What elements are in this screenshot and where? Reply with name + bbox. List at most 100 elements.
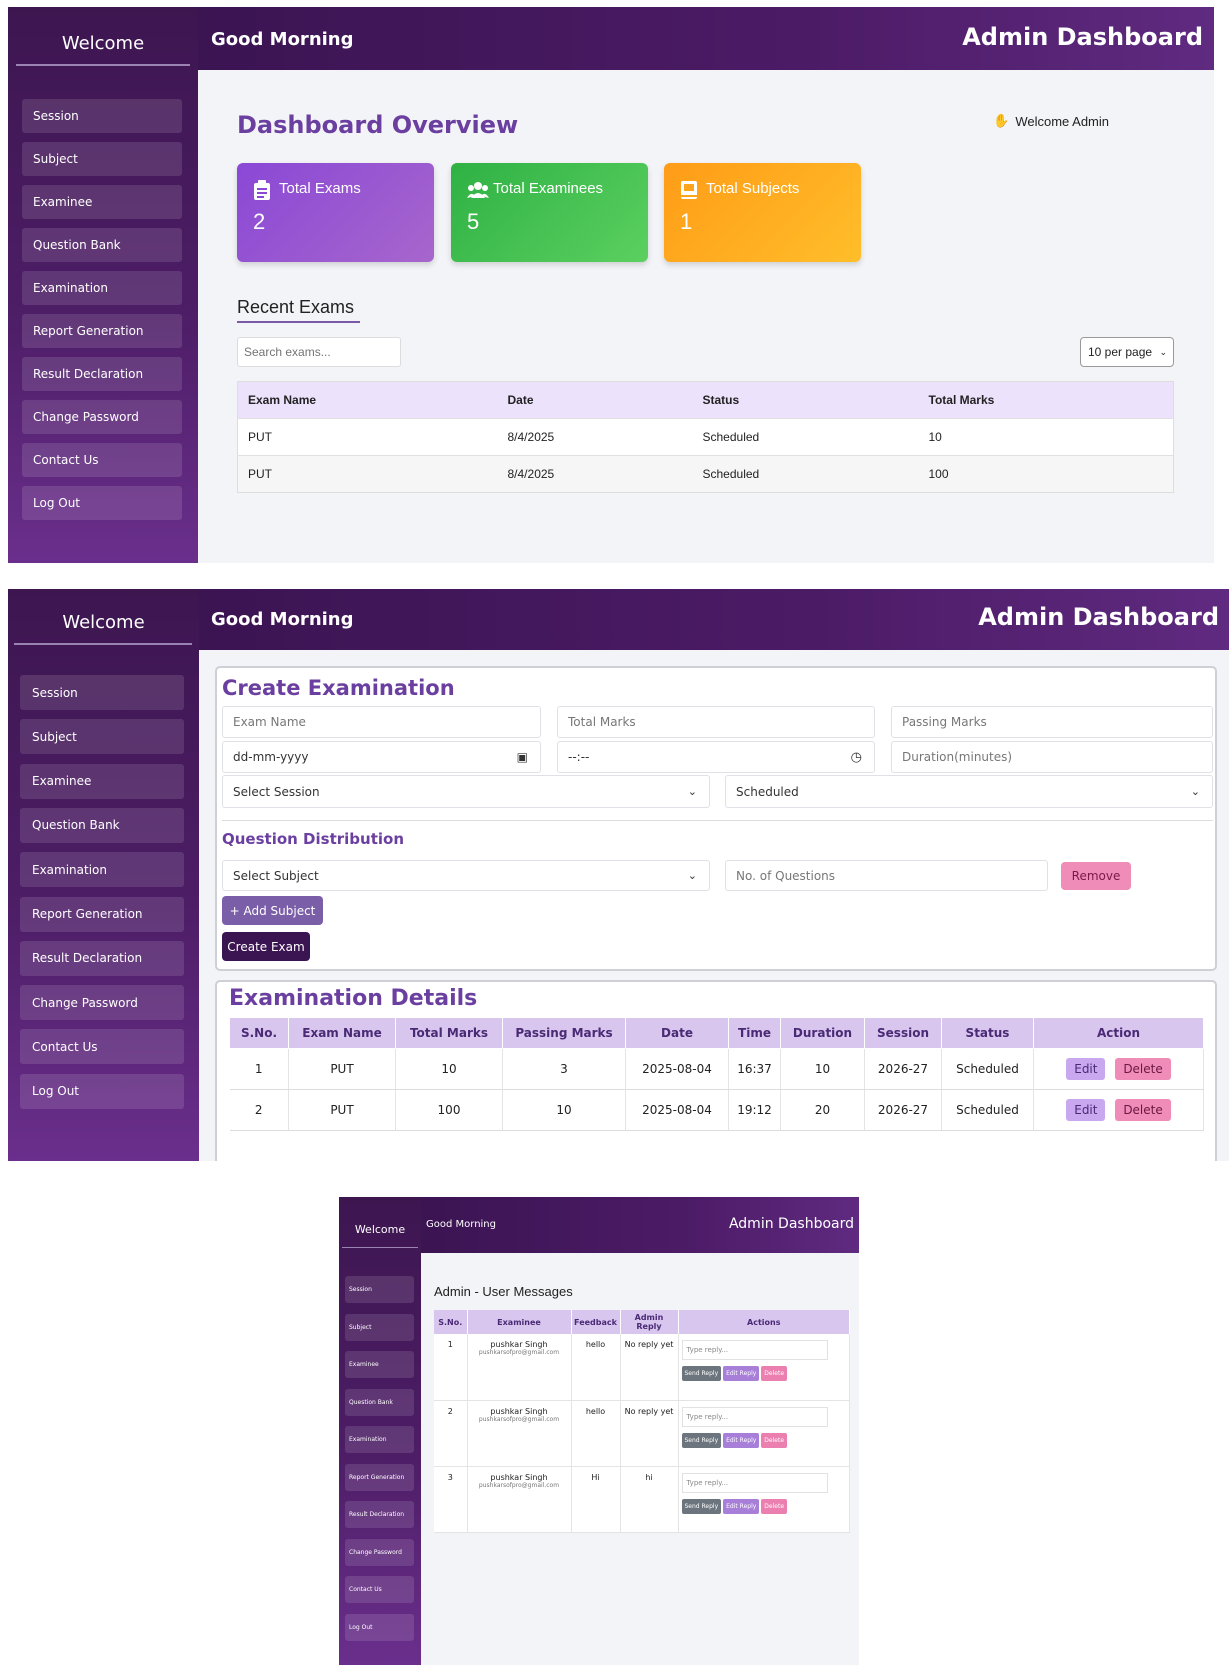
sidebar-item-label: Session [349,1286,372,1293]
sidebar-item-question-bank[interactable]: Question Bank [20,807,184,843]
header-actions: Actions [678,1310,850,1334]
table-row: 1 PUT 10 3 2025-08-04 16:37 10 2026-27 S… [229,1048,1204,1090]
sidebar-item-contact-us[interactable]: Contact Us [20,1029,184,1065]
header-feedback: Feedback [571,1310,621,1334]
edit-button[interactable]: Edit [1066,1058,1106,1080]
delete-button[interactable]: Delete [761,1366,788,1381]
header-examinee: Examinee [467,1310,572,1334]
cell-session: 2026-27 [864,1048,942,1090]
search-exams-input[interactable] [237,337,401,367]
reply-input[interactable]: Type reply... [681,1406,828,1427]
cell-total-marks: 100 [918,455,1174,493]
sidebar-item-label: Question Bank [349,1398,393,1406]
sidebar-item-label: Result Declaration [33,367,144,381]
sidebar-item-examination[interactable]: Examination [22,271,182,305]
status-value: Scheduled [736,784,799,799]
sidebar-item-report-generation[interactable]: Report Generation [345,1463,414,1491]
session-select[interactable]: Select Session ⌄ [222,775,710,808]
sidebar-item-label: Result Declaration [349,1511,405,1518]
total-examinees-card[interactable]: Total Examinees 5 [451,163,648,262]
reply-placeholder: Type reply... [686,1346,729,1354]
sidebar-item-report-generation[interactable]: Report Generation [22,314,182,348]
add-subject-button[interactable]: + Add Subject [222,896,323,925]
sidebar-item-change-password[interactable]: Change Password [345,1538,414,1566]
sidebar-item-question-bank[interactable]: Question Bank [345,1388,414,1416]
remove-button[interactable]: Remove [1061,862,1131,890]
edit-reply-button[interactable]: Edit Reply [723,1432,760,1448]
exam-name-field[interactable]: Exam Name [222,706,541,738]
cell-actions: Edit Delete [1033,1048,1204,1090]
header-total-marks: Total Marks [918,381,1174,419]
sidebar-item-label: Change Password [349,1548,402,1556]
sidebar-item-contact-us[interactable]: Contact Us [345,1576,414,1603]
create-examination-screen: Welcome Session Subject Examinee Question B… [8,589,1229,1161]
book-icon [681,181,697,199]
sidebar-item-log-out[interactable]: Log Out [20,1073,184,1109]
sidebar-item-examination[interactable]: Examination [345,1426,414,1453]
total-exams-card[interactable]: Total Exams 2 [237,163,434,262]
sidebar-item-result-declaration[interactable]: Result Declaration [22,357,182,391]
edit-button[interactable]: Edit [1066,1099,1106,1121]
sidebar-item-examinee[interactable]: Examinee [345,1351,414,1378]
sidebar-item-session[interactable]: Session [20,675,184,710]
date-field[interactable]: dd-mm-yyyy ▣ [222,741,541,773]
per-page-select[interactable]: 10 per page ⌄ [1080,337,1174,367]
sidebar: Welcome Session Subject Examinee Question B… [8,589,199,1161]
clipboard-icon [254,180,270,200]
send-reply-button[interactable]: Send Reply [681,1366,722,1381]
sidebar-item-result-declaration[interactable]: Result Declaration [20,940,184,976]
subject-select[interactable]: Select Subject ⌄ [222,860,710,891]
sidebar-item-log-out[interactable]: Log Out [345,1613,414,1641]
total-subjects-value: 1 [680,209,693,234]
sidebar-item-examinee[interactable]: Examinee [20,763,184,799]
duration-field[interactable]: Duration(minutes) [891,741,1213,773]
delete-button[interactable]: Delete [1115,1058,1171,1080]
total-marks-field[interactable]: Total Marks [557,706,875,738]
no-of-questions-field[interactable]: No. of Questions [725,860,1048,891]
sidebar-item-report-generation[interactable]: Report Generation [20,896,184,932]
time-field[interactable]: --:-- ◷ [557,741,875,773]
recent-exams-underline [237,321,360,323]
send-reply-button[interactable]: Send Reply [681,1498,722,1514]
overview-title: Dashboard Overview [237,111,519,139]
status-select[interactable]: Scheduled ⌄ [725,775,1213,808]
examinee-email: pushkarsofpro@gmail.com [478,1415,560,1423]
examinee-name: pushkar Singh [490,1472,548,1482]
passing-marks-field[interactable]: Passing Marks [891,706,1213,738]
sidebar-item-contact-us[interactable]: Contact Us [22,443,182,477]
delete-button[interactable]: Delete [1115,1099,1171,1121]
sidebar-item-label: Session [33,109,79,123]
examinee-email: pushkarsofpro@gmail.com [478,1481,560,1489]
cell-date: 2025-08-04 [625,1048,729,1090]
sidebar-item-label: Change Password [33,410,139,424]
sidebar-item-subject[interactable]: Subject [345,1313,414,1341]
sidebar-item-result-declaration[interactable]: Result Declaration [345,1501,414,1528]
header-date: Date [497,381,693,419]
reply-input[interactable]: Type reply... [681,1472,828,1493]
edit-reply-button[interactable]: Edit Reply [723,1366,760,1381]
examination-details-title: Examination Details [229,986,478,1011]
sidebar-item-subject[interactable]: Subject [22,142,182,176]
table-row: PUT 8/4/2025 Scheduled 10 [237,418,1174,456]
create-exam-button[interactable]: Create Exam [222,932,310,961]
total-subjects-card[interactable]: Total Subjects 1 [664,163,861,262]
sidebar-item-change-password[interactable]: Change Password [20,985,184,1021]
sidebar-item-label: Subject [32,729,77,744]
header-duration: Duration [780,1017,865,1049]
sidebar-item-log-out[interactable]: Log Out [22,486,182,520]
cell-passing-marks: 10 [502,1089,626,1131]
sidebar-item-label: Result Declaration [32,951,143,966]
sidebar-item-examinee[interactable]: Examinee [22,185,182,219]
sidebar-item-subject[interactable]: Subject [20,719,184,755]
sidebar-item-session[interactable]: Session [22,99,182,133]
edit-reply-button[interactable]: Edit Reply [723,1498,760,1514]
delete-button[interactable]: Delete [761,1432,788,1448]
sidebar-item-label: Report Generation [32,907,143,921]
delete-button[interactable]: Delete [761,1498,788,1514]
sidebar-item-session[interactable]: Session [345,1276,414,1303]
reply-input[interactable]: Type reply... [681,1340,828,1360]
sidebar-item-question-bank[interactable]: Question Bank [22,228,182,262]
sidebar-item-change-password[interactable]: Change Password [22,400,182,434]
sidebar-item-examination[interactable]: Examination [20,852,184,888]
send-reply-button[interactable]: Send Reply [681,1432,722,1448]
